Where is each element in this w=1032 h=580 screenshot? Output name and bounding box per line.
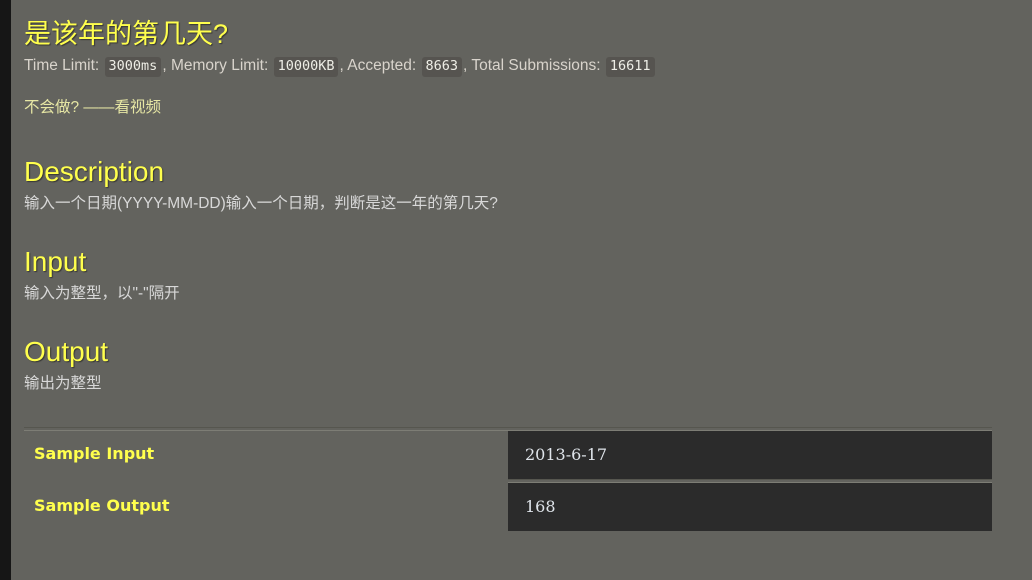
accepted-label: Accepted: — [347, 57, 417, 74]
problem-stats: Time Limit: 3000ms, Memory Limit: 10000K… — [24, 51, 1032, 77]
sample-output-value-cell: 168 — [508, 483, 992, 531]
section-description: Description 输入一个日期(YYYY-MM-DD)输入一个日期，判断是… — [24, 119, 1032, 215]
help-video-dash: —— — [79, 99, 115, 116]
table-row: Sample Input 2013-6-17 — [24, 431, 992, 480]
section-body-input: 输入为整型，以"-"隔开 — [24, 285, 180, 302]
section-body-description: 输入一个日期(YYYY-MM-DD)输入一个日期，判断是这一年的第几天? — [24, 195, 498, 212]
stats-separator-1: , — [162, 57, 171, 74]
sample-input-value-cell: 2013-6-17 — [508, 431, 992, 480]
section-heading-output: Output — [24, 336, 109, 367]
sample-output-label-cell: Sample Output — [24, 483, 508, 532]
section-heading-input: Input — [24, 246, 87, 277]
help-video-prefix: 不会做? — [24, 99, 80, 116]
watch-video-link[interactable]: 看视频 — [114, 99, 161, 116]
problem-content: 是该年的第几天? Time Limit: 3000ms, Memory Limi… — [24, 0, 1032, 580]
time-limit-label: Time Limit: — [24, 57, 100, 74]
section-output: Output 输出为整型 — [24, 305, 1032, 395]
problem-page: 是该年的第几天? Time Limit: 3000ms, Memory Limi… — [0, 0, 1032, 580]
total-submissions-badge: 16611 — [605, 57, 655, 77]
help-video-line: 不会做? ——看视频 — [24, 77, 1032, 119]
memory-limit-badge: 10000KB — [273, 57, 339, 77]
sample-output-box[interactable]: 168 — [508, 483, 992, 531]
total-submissions-label: Total Submissions: — [471, 57, 601, 74]
sample-table: Sample Input 2013-6-17 Sample Output 168 — [24, 427, 992, 531]
section-body-output: 输出为整型 — [24, 375, 102, 392]
sample-input-label-cell: Sample Input — [24, 431, 508, 480]
sample-output-label: Sample Output — [34, 495, 170, 515]
accepted-badge: 8663 — [421, 57, 463, 77]
sample-input-label: Sample Input — [34, 444, 155, 463]
table-row: Sample Output 168 — [24, 483, 992, 532]
time-limit-badge: 3000ms — [104, 57, 162, 77]
page-title: 是该年的第几天? — [24, 19, 229, 49]
left-gutter-strip — [0, 0, 11, 580]
section-input: Input 输入为整型，以"-"隔开 — [24, 215, 1032, 305]
memory-limit-label: Memory Limit: — [170, 57, 269, 74]
section-heading-description: Description — [24, 156, 165, 187]
sample-input-box[interactable]: 2013-6-17 — [508, 431, 992, 479]
